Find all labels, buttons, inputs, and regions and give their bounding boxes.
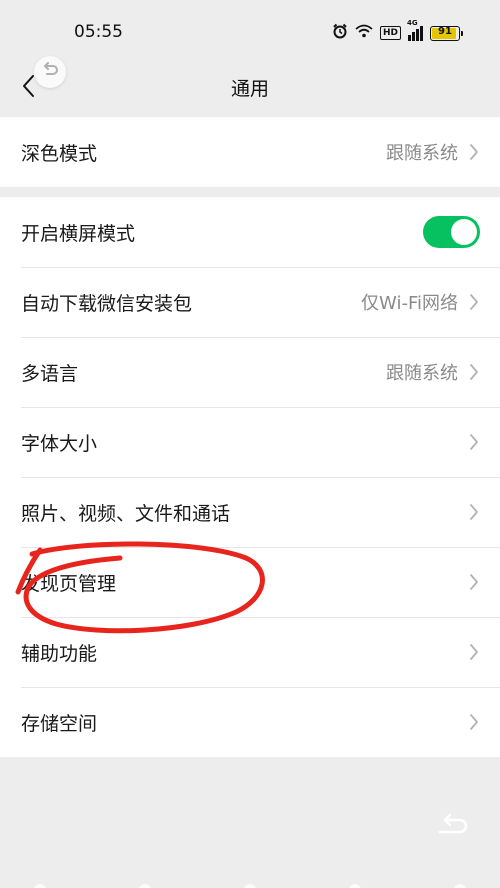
setting-row-language[interactable]: 多语言 跟随系统 [0,337,500,407]
settings-group-display: 深色模式 跟随系统 [0,117,500,187]
dock-edge-icons [34,884,466,888]
gesture-back-button[interactable] [436,812,470,842]
setting-row-accessibility[interactable]: 辅助功能 [0,617,500,687]
toggle-knob [451,219,477,245]
setting-row-discover-management[interactable]: 发现页管理 [0,547,500,617]
setting-value: 跟随系统 [386,143,458,164]
settings-group-general: 开启横屏模式 自动下载微信安装包 仅Wi-Fi网络 多语言 跟随系统 字体大小 … [0,197,500,757]
chevron-right-icon [468,362,480,382]
setting-label: 自动下载微信安装包 [21,292,193,315]
setting-row-storage[interactable]: 存储空间 [0,687,500,757]
setting-label: 字体大小 [21,432,98,455]
return-arrow-icon [436,813,470,846]
wifi-icon [355,24,373,42]
signal-icon: 4G [407,19,423,41]
battery-icon: 91 [430,25,463,41]
alarm-icon [332,23,348,43]
chevron-right-icon [468,642,480,662]
network-type-label: 4G [407,19,418,27]
status-time: 05:55 [74,22,123,42]
chevron-right-icon [468,502,480,522]
hd-icon: HD [379,26,401,40]
battery-level: 91 [438,25,452,37]
setting-label: 发现页管理 [21,572,117,595]
setting-row-media[interactable]: 照片、视频、文件和通话 [0,477,500,547]
page-title: 通用 [230,78,269,100]
chevron-right-icon [468,142,480,162]
nav-bar: 通用 [0,56,500,112]
chevron-right-icon [468,712,480,732]
setting-label: 开启横屏模式 [21,222,136,245]
setting-row-dark-mode[interactable]: 深色模式 跟随系统 [0,117,500,187]
chevron-right-icon [468,572,480,592]
setting-row-auto-download[interactable]: 自动下载微信安装包 仅Wi-Fi网络 [0,267,500,337]
chevron-right-icon [468,292,480,312]
setting-label: 照片、视频、文件和通话 [21,502,231,525]
chevron-right-icon [468,432,480,452]
setting-label: 存储空间 [21,712,98,735]
setting-row-font-size[interactable]: 字体大小 [0,407,500,477]
setting-value: 跟随系统 [386,363,458,384]
setting-label: 多语言 [21,362,79,385]
status-icons: HD 4G 91 [332,19,463,44]
setting-label: 辅助功能 [21,642,98,665]
status-bar: 05:55 HD 4G 91 [0,0,500,64]
setting-row-landscape-mode[interactable]: 开启横屏模式 [0,197,500,267]
landscape-toggle[interactable] [423,216,480,248]
setting-label: 深色模式 [21,142,98,165]
setting-value: 仅Wi-Fi网络 [361,293,458,314]
